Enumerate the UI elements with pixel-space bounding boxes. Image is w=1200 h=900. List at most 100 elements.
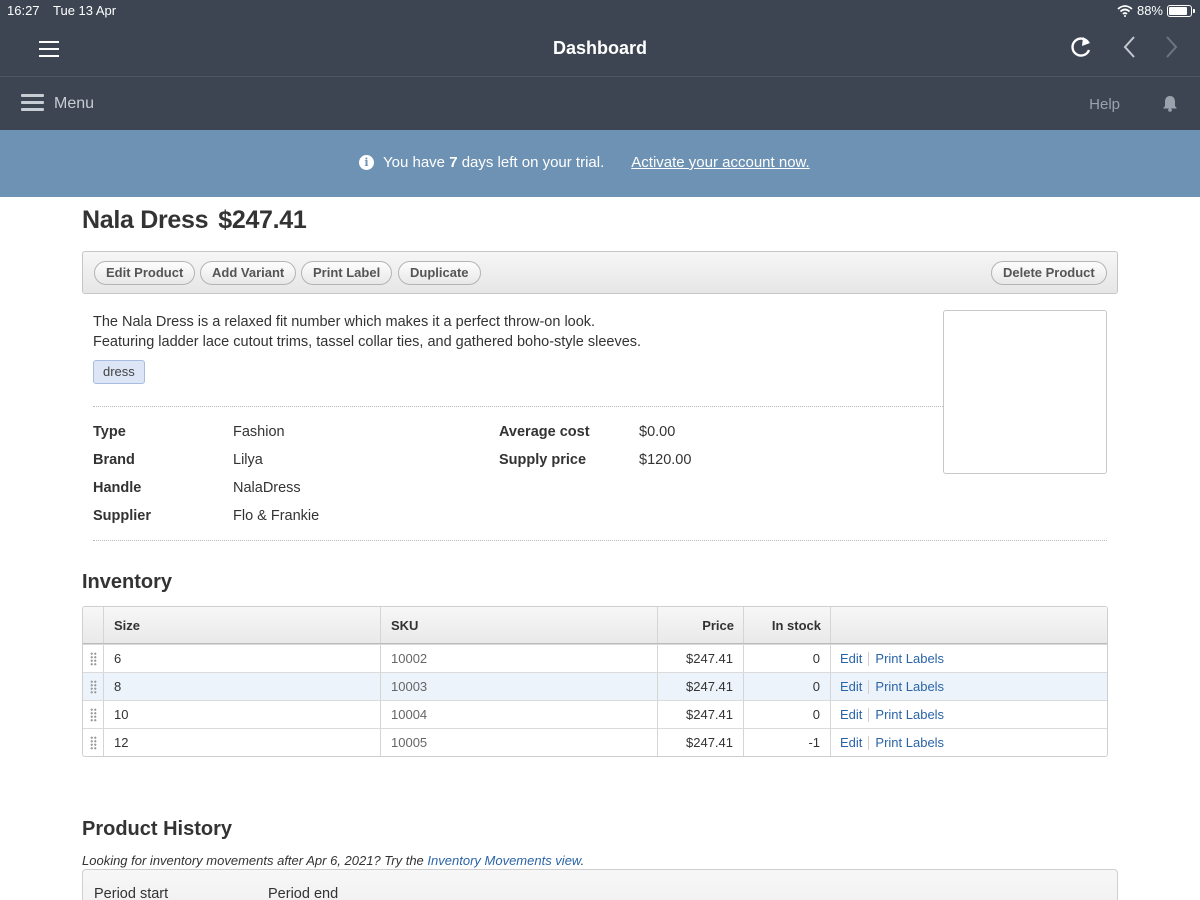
cell-size: 10 [114,707,129,722]
cell-price: $247.41 [686,679,733,694]
product-title: Nala Dress $247.41 [82,206,307,235]
cell-price: $247.41 [686,735,733,750]
cell-in-stock: 0 [812,679,820,694]
history-note-text: Looking for inventory movements after Ap… [82,853,424,868]
product-history-table: Period start Period end [82,869,1118,900]
product-toolbar: Edit Product Add Variant Print Label Dup… [82,251,1118,294]
attr-value-supply-price: $120.00 [639,452,692,468]
attr-label-supplier: Supplier [93,508,152,524]
cell-size: 8 [114,679,122,694]
print-label-button[interactable]: Print Label [301,261,393,285]
wifi-icon [1117,4,1133,17]
column-header-period-start: Period start [94,886,169,900]
inventory-table: Size SKU Price In stock 6 10002 $247.41 … [82,606,1108,757]
delete-product-button[interactable]: Delete Product [991,261,1107,285]
attr-value-type: Fashion [233,424,285,440]
help-link[interactable]: Help [1089,96,1120,113]
inventory-movements-link[interactable]: Inventory Movements view [427,853,580,868]
column-header-period-end: Period end [268,886,339,900]
drag-handle-icon[interactable] [90,708,97,722]
table-row: 12 10005 $247.41 -1 Edit Print Labels [83,728,1107,756]
menu-button[interactable]: Menu [54,95,94,113]
edit-variant-link[interactable]: Edit [840,679,862,694]
status-bar: 16:27 Tue 13 Apr 88% [0,0,1200,22]
status-date: Tue 13 Apr [53,3,117,18]
status-right: 88% [1117,3,1195,18]
page-title: Dashboard [552,38,648,58]
print-labels-link[interactable]: Print Labels [875,651,944,666]
edit-variant-link[interactable]: Edit [840,735,862,750]
divider [93,406,943,407]
cell-size: 12 [114,735,129,750]
activate-account-link[interactable]: Activate your account now. [631,154,809,171]
cell-sku: 10004 [391,707,428,722]
refresh-icon[interactable] [1069,34,1093,60]
drag-handle-icon[interactable] [90,652,97,666]
column-header-sku[interactable]: SKU [391,607,418,643]
cell-in-stock: 0 [812,651,820,666]
duplicate-button[interactable]: Duplicate [398,261,481,285]
add-variant-button[interactable]: Add Variant [200,261,297,285]
drag-handle-icon[interactable] [90,736,97,750]
table-header-row: Size SKU Price In stock [83,607,1107,644]
drag-handle-icon[interactable] [90,680,97,694]
cell-in-stock: -1 [808,735,820,750]
trial-banner: i You have 7 days left on your trial. Ac… [0,130,1200,197]
attr-value-supplier: Flo & Frankie [233,508,320,524]
menu-icon[interactable] [21,94,44,112]
info-icon: i [359,155,374,170]
table-row: 6 10002 $247.41 0 Edit Print Labels [83,644,1107,672]
app-menu-bar: Menu Help [0,76,1200,130]
history-note-period: . [580,853,585,868]
row-actions: Edit Print Labels [840,645,944,672]
column-header-size[interactable]: Size [114,607,140,643]
cell-size: 6 [114,651,122,666]
product-tag[interactable]: dress [93,360,145,384]
back-chevron-icon[interactable] [1122,34,1138,60]
row-actions: Edit Print Labels [840,673,944,700]
trial-text-after: days left on your trial. [461,154,605,171]
description-line: Featuring ladder lace cutout trims, tass… [93,334,642,350]
table-row: 10 10004 $247.41 0 Edit Print Labels [83,700,1107,728]
column-header-price[interactable]: Price [657,607,734,643]
cell-price: $247.41 [686,707,733,722]
battery-icon [1167,4,1195,17]
attr-label-average-cost: Average cost [499,424,590,440]
print-labels-link[interactable]: Print Labels [875,735,944,750]
edit-variant-link[interactable]: Edit [840,707,862,722]
attr-label-handle: Handle [93,480,142,496]
battery-percent: 88% [1136,3,1163,18]
attr-value-handle: NalaDress [233,480,301,496]
edit-variant-link[interactable]: Edit [840,651,862,666]
inventory-title: Inventory [82,571,173,593]
attr-label-brand: Brand [93,452,135,468]
description-line: The Nala Dress is a relaxed fit number w… [93,314,596,330]
attr-value-brand: Lilya [233,452,263,468]
product-price: $247.41 [218,206,307,234]
print-labels-link[interactable]: Print Labels [875,679,944,694]
cell-sku: 10002 [391,651,428,666]
trial-days: 7 [449,154,458,171]
forward-chevron-icon[interactable] [1163,34,1179,60]
product-name: Nala Dress [82,206,209,234]
product-image-placeholder[interactable] [943,310,1107,474]
column-header-in-stock[interactable]: In stock [743,607,821,643]
trial-text-before: You have [383,154,446,171]
table-row: 8 10003 $247.41 0 Edit Print Labels [83,672,1107,700]
history-note: Looking for inventory movements after Ap… [82,853,584,868]
cell-in-stock: 0 [812,707,820,722]
row-actions: Edit Print Labels [840,701,944,728]
print-labels-link[interactable]: Print Labels [875,707,944,722]
cell-sku: 10003 [391,679,428,694]
bell-icon[interactable] [1162,95,1178,112]
top-nav-bar: Dashboard [0,22,1200,76]
attr-label-type: Type [93,424,126,440]
attr-value-average-cost: $0.00 [639,424,676,440]
cell-sku: 10005 [391,735,428,750]
product-description: The Nala Dress is a relaxed fit number w… [93,312,641,352]
attr-label-supply-price: Supply price [499,452,587,468]
divider [93,540,1107,541]
status-time: 16:27 [7,3,40,18]
edit-product-button[interactable]: Edit Product [94,261,196,285]
cell-price: $247.41 [686,651,733,666]
